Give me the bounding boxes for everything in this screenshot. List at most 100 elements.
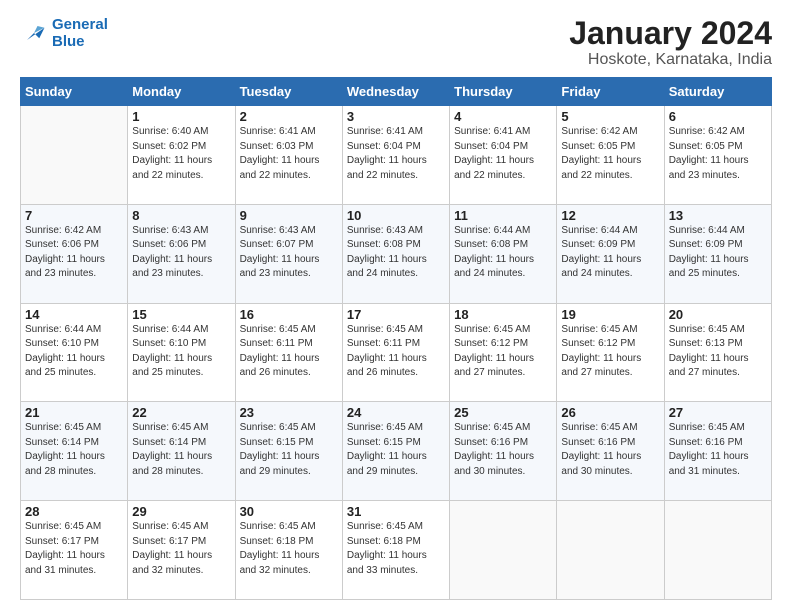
calendar-cell: 20Sunrise: 6:45 AM Sunset: 6:13 PM Dayli… <box>664 303 771 402</box>
day-detail: Sunrise: 6:45 AM Sunset: 6:15 PM Dayligh… <box>347 421 445 479</box>
day-detail: Sunrise: 6:45 AM Sunset: 6:14 PM Dayligh… <box>25 421 123 479</box>
day-detail: Sunrise: 6:45 AM Sunset: 6:12 PM Dayligh… <box>454 323 552 381</box>
calendar-cell <box>450 501 557 600</box>
day-number: 1 <box>132 109 230 124</box>
calendar-cell: 15Sunrise: 6:44 AM Sunset: 6:10 PM Dayli… <box>128 303 235 402</box>
day-detail: Sunrise: 6:45 AM Sunset: 6:15 PM Dayligh… <box>240 421 338 479</box>
col-tuesday: Tuesday <box>235 78 342 106</box>
calendar-cell: 21Sunrise: 6:45 AM Sunset: 6:14 PM Dayli… <box>21 402 128 501</box>
calendar-cell: 18Sunrise: 6:45 AM Sunset: 6:12 PM Dayli… <box>450 303 557 402</box>
logo-icon <box>20 19 48 47</box>
day-detail: Sunrise: 6:45 AM Sunset: 6:16 PM Dayligh… <box>454 421 552 479</box>
day-number: 2 <box>240 109 338 124</box>
day-number: 14 <box>25 307 123 322</box>
logo: General Blue <box>20 16 108 50</box>
calendar-cell: 16Sunrise: 6:45 AM Sunset: 6:11 PM Dayli… <box>235 303 342 402</box>
day-number: 22 <box>132 405 230 420</box>
day-number: 30 <box>240 504 338 519</box>
day-detail: Sunrise: 6:45 AM Sunset: 6:17 PM Dayligh… <box>25 520 123 578</box>
day-number: 11 <box>454 208 552 223</box>
day-number: 19 <box>561 307 659 322</box>
calendar-cell <box>664 501 771 600</box>
day-number: 7 <box>25 208 123 223</box>
calendar-cell: 30Sunrise: 6:45 AM Sunset: 6:18 PM Dayli… <box>235 501 342 600</box>
day-detail: Sunrise: 6:41 AM Sunset: 6:04 PM Dayligh… <box>454 125 552 183</box>
day-number: 23 <box>240 405 338 420</box>
calendar-cell: 26Sunrise: 6:45 AM Sunset: 6:16 PM Dayli… <box>557 402 664 501</box>
day-detail: Sunrise: 6:45 AM Sunset: 6:11 PM Dayligh… <box>347 323 445 381</box>
day-number: 27 <box>669 405 767 420</box>
day-number: 9 <box>240 208 338 223</box>
day-detail: Sunrise: 6:45 AM Sunset: 6:14 PM Dayligh… <box>132 421 230 479</box>
day-detail: Sunrise: 6:45 AM Sunset: 6:18 PM Dayligh… <box>240 520 338 578</box>
col-friday: Friday <box>557 78 664 106</box>
col-monday: Monday <box>128 78 235 106</box>
calendar-cell: 10Sunrise: 6:43 AM Sunset: 6:08 PM Dayli… <box>342 204 449 303</box>
day-detail: Sunrise: 6:41 AM Sunset: 6:04 PM Dayligh… <box>347 125 445 183</box>
calendar-cell: 25Sunrise: 6:45 AM Sunset: 6:16 PM Dayli… <box>450 402 557 501</box>
calendar-cell <box>557 501 664 600</box>
calendar-header-row: Sunday Monday Tuesday Wednesday Thursday… <box>21 78 772 106</box>
logo-text: General Blue <box>52 16 108 50</box>
table-row: 7Sunrise: 6:42 AM Sunset: 6:06 PM Daylig… <box>21 204 772 303</box>
page: General Blue January 2024 Hoskote, Karna… <box>0 0 792 612</box>
day-number: 29 <box>132 504 230 519</box>
day-number: 18 <box>454 307 552 322</box>
header: General Blue January 2024 Hoskote, Karna… <box>20 16 772 69</box>
table-row: 28Sunrise: 6:45 AM Sunset: 6:17 PM Dayli… <box>21 501 772 600</box>
calendar-table: Sunday Monday Tuesday Wednesday Thursday… <box>20 77 772 600</box>
calendar-cell: 1Sunrise: 6:40 AM Sunset: 6:02 PM Daylig… <box>128 106 235 205</box>
day-number: 8 <box>132 208 230 223</box>
calendar-cell: 27Sunrise: 6:45 AM Sunset: 6:16 PM Dayli… <box>664 402 771 501</box>
day-detail: Sunrise: 6:43 AM Sunset: 6:07 PM Dayligh… <box>240 224 338 282</box>
calendar-cell: 11Sunrise: 6:44 AM Sunset: 6:08 PM Dayli… <box>450 204 557 303</box>
calendar-cell: 13Sunrise: 6:44 AM Sunset: 6:09 PM Dayli… <box>664 204 771 303</box>
col-wednesday: Wednesday <box>342 78 449 106</box>
day-detail: Sunrise: 6:45 AM Sunset: 6:18 PM Dayligh… <box>347 520 445 578</box>
day-detail: Sunrise: 6:45 AM Sunset: 6:12 PM Dayligh… <box>561 323 659 381</box>
calendar-cell: 5Sunrise: 6:42 AM Sunset: 6:05 PM Daylig… <box>557 106 664 205</box>
day-number: 13 <box>669 208 767 223</box>
calendar-cell: 3Sunrise: 6:41 AM Sunset: 6:04 PM Daylig… <box>342 106 449 205</box>
day-number: 4 <box>454 109 552 124</box>
day-detail: Sunrise: 6:41 AM Sunset: 6:03 PM Dayligh… <box>240 125 338 183</box>
day-number: 16 <box>240 307 338 322</box>
calendar-cell: 14Sunrise: 6:44 AM Sunset: 6:10 PM Dayli… <box>21 303 128 402</box>
calendar-cell: 23Sunrise: 6:45 AM Sunset: 6:15 PM Dayli… <box>235 402 342 501</box>
day-detail: Sunrise: 6:45 AM Sunset: 6:17 PM Dayligh… <box>132 520 230 578</box>
day-number: 3 <box>347 109 445 124</box>
day-number: 17 <box>347 307 445 322</box>
day-detail: Sunrise: 6:42 AM Sunset: 6:05 PM Dayligh… <box>669 125 767 183</box>
day-number: 15 <box>132 307 230 322</box>
calendar-cell: 19Sunrise: 6:45 AM Sunset: 6:12 PM Dayli… <box>557 303 664 402</box>
calendar-cell: 7Sunrise: 6:42 AM Sunset: 6:06 PM Daylig… <box>21 204 128 303</box>
table-row: 14Sunrise: 6:44 AM Sunset: 6:10 PM Dayli… <box>21 303 772 402</box>
calendar-cell: 4Sunrise: 6:41 AM Sunset: 6:04 PM Daylig… <box>450 106 557 205</box>
day-detail: Sunrise: 6:44 AM Sunset: 6:10 PM Dayligh… <box>132 323 230 381</box>
calendar-cell: 8Sunrise: 6:43 AM Sunset: 6:06 PM Daylig… <box>128 204 235 303</box>
day-detail: Sunrise: 6:44 AM Sunset: 6:09 PM Dayligh… <box>669 224 767 282</box>
calendar-cell: 28Sunrise: 6:45 AM Sunset: 6:17 PM Dayli… <box>21 501 128 600</box>
day-number: 25 <box>454 405 552 420</box>
calendar-cell: 12Sunrise: 6:44 AM Sunset: 6:09 PM Dayli… <box>557 204 664 303</box>
day-detail: Sunrise: 6:44 AM Sunset: 6:10 PM Dayligh… <box>25 323 123 381</box>
day-number: 26 <box>561 405 659 420</box>
day-number: 12 <box>561 208 659 223</box>
day-detail: Sunrise: 6:44 AM Sunset: 6:08 PM Dayligh… <box>454 224 552 282</box>
day-number: 6 <box>669 109 767 124</box>
day-number: 28 <box>25 504 123 519</box>
calendar-cell: 9Sunrise: 6:43 AM Sunset: 6:07 PM Daylig… <box>235 204 342 303</box>
day-detail: Sunrise: 6:45 AM Sunset: 6:16 PM Dayligh… <box>561 421 659 479</box>
calendar-subtitle: Hoskote, Karnataka, India <box>569 51 772 69</box>
day-detail: Sunrise: 6:42 AM Sunset: 6:06 PM Dayligh… <box>25 224 123 282</box>
calendar-cell: 2Sunrise: 6:41 AM Sunset: 6:03 PM Daylig… <box>235 106 342 205</box>
day-detail: Sunrise: 6:43 AM Sunset: 6:08 PM Dayligh… <box>347 224 445 282</box>
col-sunday: Sunday <box>21 78 128 106</box>
day-number: 31 <box>347 504 445 519</box>
col-saturday: Saturday <box>664 78 771 106</box>
calendar-title: January 2024 <box>569 16 772 51</box>
col-thursday: Thursday <box>450 78 557 106</box>
day-number: 10 <box>347 208 445 223</box>
day-detail: Sunrise: 6:44 AM Sunset: 6:09 PM Dayligh… <box>561 224 659 282</box>
table-row: 1Sunrise: 6:40 AM Sunset: 6:02 PM Daylig… <box>21 106 772 205</box>
